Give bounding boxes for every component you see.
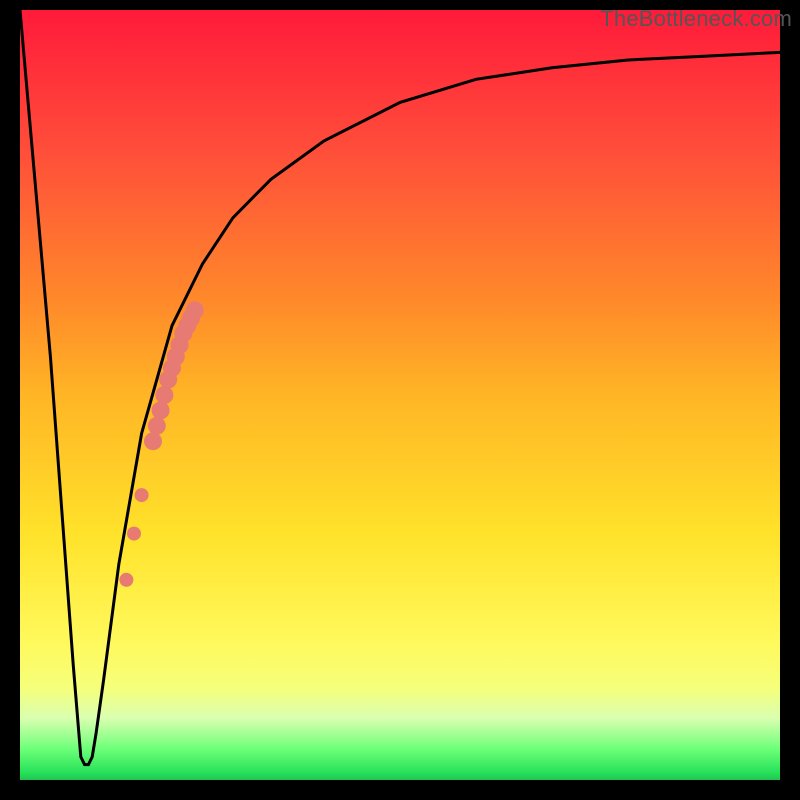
highlight-dot [135,488,149,502]
bottleneck-curve [20,10,780,780]
highlight-dot [178,317,196,335]
watermark-text: TheBottleneck.com [600,6,792,32]
highlight-dot [182,309,200,327]
highlight-dot [159,371,177,389]
highlight-dot [119,573,133,587]
chart-frame: TheBottleneck.com [0,0,800,800]
highlight-dot [174,324,192,342]
plot-area [20,10,780,780]
highlight-dots [20,10,780,780]
highlight-dot [148,417,166,435]
highlight-dot [127,527,141,541]
highlight-dot [152,401,170,419]
highlight-dot [163,359,181,377]
highlight-dot [167,348,185,366]
highlight-dot [171,336,189,354]
highlight-dot [155,386,173,404]
highlight-dot [144,432,162,450]
highlight-dot [186,301,204,319]
